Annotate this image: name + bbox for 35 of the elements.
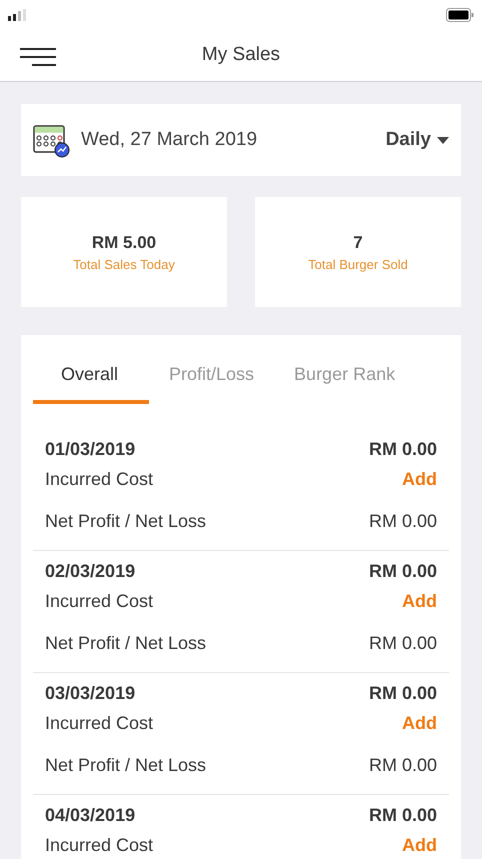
net-label: Net Profit / Net Loss [45, 755, 206, 775]
caret-icon [437, 136, 449, 144]
add-cost-link[interactable]: Add [402, 469, 437, 489]
entry-total: RM 0.00 [368, 561, 437, 581]
add-cost-link[interactable]: Add [402, 591, 437, 611]
entry-date: 02/03/2019 [45, 561, 136, 581]
stat-value: 7 [353, 232, 363, 254]
tab[interactable]: Overall [33, 361, 149, 404]
menu-icon[interactable] [20, 48, 56, 66]
entry-date: 01/03/2019 [45, 439, 136, 459]
battery-icon [446, 8, 474, 22]
screen-title: My Sales [202, 43, 280, 68]
date-text: Wed, 27 March 2019 [81, 128, 258, 152]
add-cost-link[interactable]: Add [402, 713, 437, 733]
tab[interactable]: Burger Rank [274, 361, 416, 404]
entry-total: RM 0.00 [368, 439, 437, 459]
stat-label: Total Sales Today [73, 256, 175, 274]
cost-label: Incurred Cost [45, 835, 154, 855]
cost-label: Incurred Cost [45, 469, 154, 489]
add-cost-link[interactable]: Add [402, 835, 437, 855]
net-label: Net Profit / Net Loss [45, 633, 206, 653]
stat-value: RM 5.00 [92, 232, 156, 254]
tab[interactable]: Profit/Loss [149, 361, 274, 404]
period-dropdown[interactable]: Daily [386, 126, 449, 154]
net-label: Net Profit / Net Loss [45, 511, 206, 531]
net-value: RM 0.00 [368, 511, 437, 531]
entry-total: RM 0.00 [368, 805, 437, 825]
cost-label: Incurred Cost [45, 591, 154, 611]
entry-total: RM 0.00 [368, 683, 437, 703]
stat-label: Total Burger Sold [308, 256, 408, 274]
entry-date: 04/03/2019 [45, 805, 136, 825]
cost-label: Incurred Cost [45, 713, 154, 733]
net-value: RM 0.00 [368, 633, 437, 653]
net-value: RM 0.00 [368, 755, 437, 775]
entry-date: 03/03/2019 [45, 683, 136, 703]
